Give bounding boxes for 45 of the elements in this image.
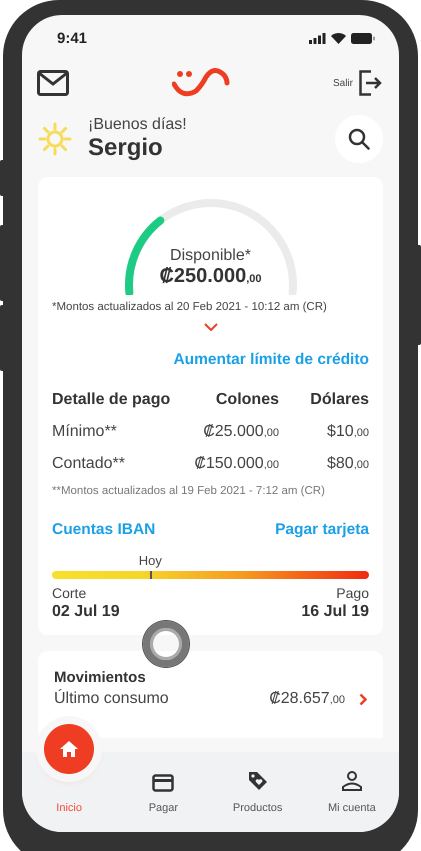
- clock-time: 9:41: [57, 30, 88, 46]
- wifi-icon: [331, 32, 346, 44]
- person-icon: [340, 770, 363, 792]
- battery-icon: [351, 32, 375, 44]
- column-header: Detalle de pago: [52, 391, 172, 409]
- update-note: **Montos actualizados al 19 Feb 2021 - 7:12 am (CR): [52, 485, 326, 497]
- search-icon: [348, 128, 370, 150]
- last-purchase-label: Último consumo: [54, 690, 170, 708]
- user-name: Sergio: [88, 134, 164, 162]
- search-button[interactable]: [335, 115, 383, 163]
- logout-icon: [358, 70, 383, 96]
- column-header: Dólares: [309, 391, 369, 409]
- nav-tab[interactable]: Mi cuenta: [304, 752, 399, 832]
- touch-indicator: [143, 621, 189, 667]
- available-amount: ₡250.000,00: [159, 265, 262, 288]
- logout-button[interactable]: Salir: [332, 70, 383, 96]
- signal-icon: [309, 32, 326, 44]
- nav-tab[interactable]: Pagar: [116, 752, 210, 832]
- chevron-right-icon[interactable]: [359, 692, 367, 706]
- expand-chevron-icon[interactable]: [204, 323, 218, 331]
- table-cell-text: ₡25.000,00: [202, 423, 279, 441]
- available-label: Disponible*: [170, 247, 251, 265]
- table-cell-text: Contado**: [52, 455, 126, 473]
- table-cell-text: Mínimo**: [52, 423, 118, 441]
- last-purchase-amount: ₡28.657,00: [269, 690, 345, 708]
- card-icon: [152, 774, 174, 792]
- column-header: Colones: [214, 391, 279, 409]
- greeting-text: ¡Buenos días!: [88, 116, 188, 134]
- update-note: *Montos actualizados al 20 Feb 2021 - 10:12 am (CR): [52, 301, 328, 313]
- table-cell-text: $10,00: [326, 423, 369, 441]
- table-cell: ₡150.000,00: [194, 455, 279, 473]
- today-label: Hoy: [138, 553, 162, 568]
- sun-icon: [36, 120, 74, 158]
- home-fab[interactable]: [44, 724, 94, 774]
- payment-label: Pago: [336, 585, 369, 601]
- nav-tab[interactable]: Productos: [210, 752, 305, 832]
- movements-title: Movimientos: [54, 669, 147, 686]
- table-cell-text: $80,00: [326, 455, 369, 473]
- mail-icon[interactable]: [37, 70, 69, 96]
- cutoff-label: Corte: [52, 585, 88, 601]
- home-icon: [59, 740, 80, 758]
- smile-logo: [172, 67, 230, 99]
- payment-date: 16 Jul 19: [301, 603, 369, 621]
- tag-heart-icon: [246, 770, 269, 792]
- cutoff-date: 02 Jul 19: [52, 603, 120, 621]
